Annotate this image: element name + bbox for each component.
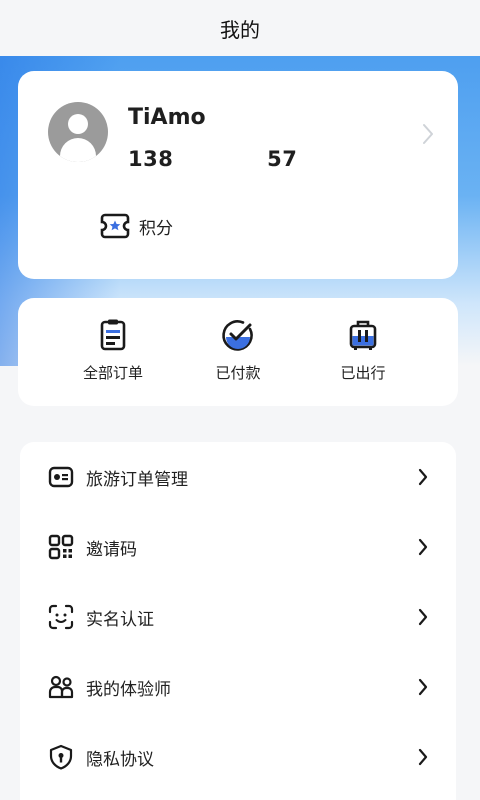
menu-list: 旅游订单管理 邀请码 实名认证 我的体验师 隐私协议 [20,442,456,800]
chevron-right-icon [418,608,428,626]
menu-item-tour-orders[interactable]: 旅游订单管理 [20,442,456,512]
points-ticket-icon [100,213,130,239]
chevron-right-icon [418,748,428,766]
chevron-right-icon [418,538,428,556]
clipboard-icon [100,319,126,351]
chevron-right-icon[interactable] [422,123,434,145]
menu-item-label: 隐私协议 [86,749,154,770]
profile-card[interactable]: TiAmo 138 57 积分 [18,71,458,279]
face-scan-icon [48,604,74,630]
order-paid-button[interactable]: 已付款 [183,318,293,390]
menu-item-label: 邀请码 [86,539,137,560]
shield-icon [49,744,73,770]
menu-item-real-name-auth[interactable]: 实名认证 [20,582,456,652]
avatar[interactable] [48,102,108,162]
points-button[interactable]: 积分 [46,197,226,255]
order-traveled-label: 已出行 [340,364,386,382]
points-label: 积分 [139,218,173,239]
username: TiAmo [128,105,206,130]
menu-item-label: 实名认证 [86,609,154,630]
qr-code-icon [48,534,74,560]
top-bar: 我的 [0,0,480,56]
menu-item-privacy-policy[interactable]: 隐私协议 [20,722,456,792]
orders-card: 全部订单 已付款 已出行 [18,298,458,406]
phone-number: 138 57 [128,147,298,171]
page-title: 我的 [220,17,260,42]
id-card-icon [48,466,74,488]
luggage-icon [349,320,377,350]
check-circle-icon [222,320,253,351]
order-traveled-button[interactable]: 已出行 [308,318,418,390]
menu-item-label: 旅游订单管理 [86,469,188,490]
menu-item-invite-code[interactable]: 邀请码 [20,512,456,582]
order-paid-label: 已付款 [215,364,261,382]
order-all-label: 全部订单 [82,364,143,382]
order-all-button[interactable]: 全部订单 [58,318,168,390]
menu-item-my-experiencer[interactable]: 我的体验师 [20,652,456,722]
chevron-right-icon [418,468,428,486]
chevron-right-icon [418,678,428,696]
menu-item-label: 我的体验师 [86,679,171,700]
users-icon [48,675,74,699]
